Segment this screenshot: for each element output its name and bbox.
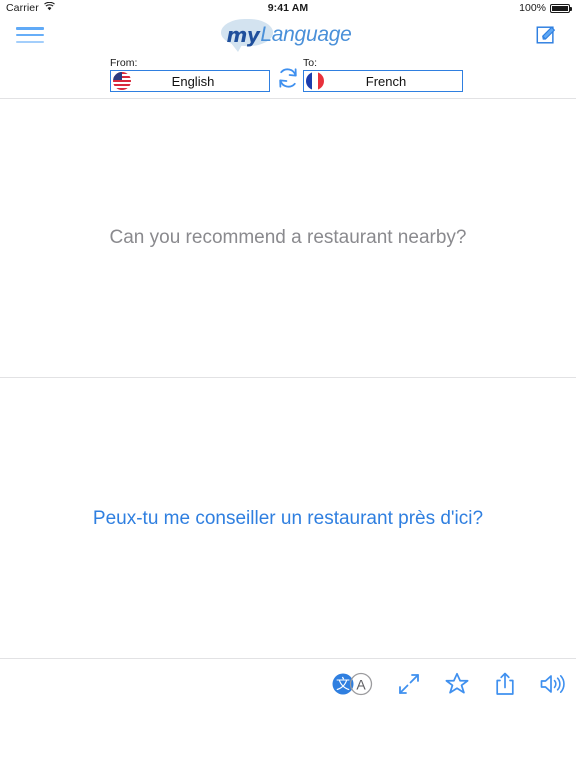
flag-france-icon — [306, 72, 324, 90]
flag-united-states-icon — [113, 72, 131, 90]
share-button[interactable] — [490, 669, 520, 699]
bottom-toolbar: 文 A — [0, 658, 576, 768]
translate-toggle-button[interactable]: 文 A — [330, 669, 376, 699]
speak-button[interactable] — [538, 669, 568, 699]
favorite-button[interactable] — [442, 669, 472, 699]
logo-suffix: Language — [260, 23, 352, 46]
menu-button[interactable] — [0, 16, 60, 54]
to-label: To: — [303, 57, 318, 69]
nav-bar: my Language — [0, 16, 576, 54]
expand-fullscreen-icon — [399, 674, 419, 694]
source-text-pane[interactable]: Can you recommend a restaurant nearby? — [0, 99, 576, 378]
from-language-value: English — [171, 73, 215, 89]
status-bar-time: 9:41 AM — [267, 2, 309, 14]
toolbar-icon-group: 文 A — [330, 669, 568, 699]
status-bar-right: 100% — [519, 2, 572, 14]
app-root: Carrier 9:41 AM 100% my Language From: E… — [0, 0, 576, 768]
swap-languages-button[interactable] — [274, 64, 302, 92]
translated-text: Peux-tu me conseiller un restaurant près… — [92, 507, 484, 529]
star-outline-icon — [445, 672, 469, 694]
app-logo: my Language — [60, 19, 516, 52]
battery-percent-label: 100% — [519, 2, 546, 14]
from-language-selector[interactable]: English — [110, 70, 270, 92]
hamburger-menu-icon — [16, 27, 44, 43]
language-selector-bar: From: English To: French — [0, 54, 576, 99]
expand-button[interactable] — [394, 669, 424, 699]
to-language-selector[interactable]: French — [303, 70, 463, 92]
target-text-pane[interactable]: Peux-tu me conseiller un restaurant près… — [0, 379, 576, 658]
logo-prefix: my — [226, 23, 260, 47]
translate-icon: 文 A — [332, 672, 373, 696]
compose-button[interactable] — [516, 16, 576, 54]
swap-languages-icon — [279, 68, 297, 88]
speaker-icon — [540, 675, 565, 693]
from-language-group: From: English — [110, 58, 270, 92]
compose-icon — [536, 26, 555, 44]
source-text: Can you recommend a restaurant nearby? — [109, 227, 467, 248]
to-language-value: French — [365, 73, 407, 89]
from-label: From: — [110, 57, 138, 69]
status-bar: Carrier 9:41 AM 100% — [0, 0, 576, 16]
svg-text:A: A — [356, 677, 366, 693]
svg-text:文: 文 — [336, 677, 350, 693]
to-language-group: To: French — [303, 58, 463, 92]
share-icon — [496, 672, 514, 695]
battery-full-icon — [550, 3, 572, 13]
